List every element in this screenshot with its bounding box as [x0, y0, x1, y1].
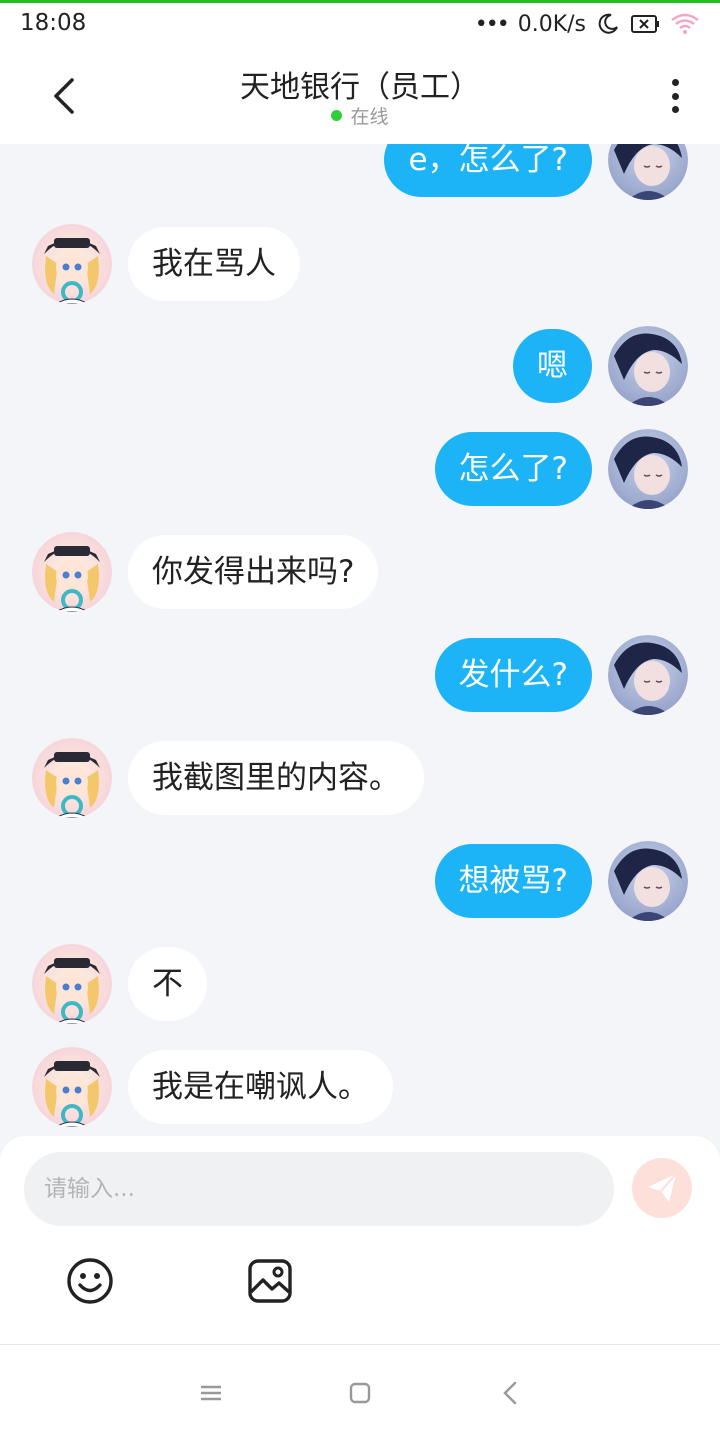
home-icon [349, 1382, 371, 1404]
battery-x-icon [631, 15, 659, 33]
message-input[interactable] [24, 1152, 614, 1226]
composer-panel [0, 1136, 720, 1344]
net-speed: 0.0K/s [517, 11, 586, 37]
sent-message-bubble[interactable]: 怎么了? [434, 432, 592, 506]
image-button[interactable] [245, 1256, 295, 1306]
contact-avatar[interactable] [32, 944, 112, 1024]
sent-message-bubble[interactable]: 发什么? [434, 638, 592, 712]
message-row-received: 我在骂人 [0, 224, 720, 304]
menu-icon [201, 1385, 221, 1401]
status-time: 18:08 [20, 10, 87, 36]
top-accent-line [0, 0, 720, 3]
emoji-button[interactable] [65, 1256, 115, 1306]
received-message-bubble[interactable]: 我截图里的内容。 [128, 741, 424, 815]
more-vertical-icon [671, 79, 679, 86]
back-icon [503, 1381, 517, 1405]
sent-message-bubble[interactable]: e，怎么了? [384, 144, 592, 197]
received-message-bubble[interactable]: 不 [128, 947, 207, 1021]
online-dot [331, 110, 343, 121]
home-button[interactable] [346, 1379, 374, 1407]
my-avatar[interactable] [608, 326, 688, 406]
my-avatar[interactable] [608, 841, 688, 921]
my-avatar[interactable] [608, 429, 688, 509]
sent-message-bubble[interactable]: 嗯 [513, 329, 592, 403]
status-bar: 18:08 ••• 0.0K/s [0, 0, 720, 48]
received-message-bubble[interactable]: 你发得出来吗? [128, 535, 379, 609]
sent-message-bubble[interactable]: 想被骂? [434, 844, 592, 918]
chat-header: 天地银行（员工） 在线 [0, 48, 720, 144]
image-icon [248, 1259, 292, 1303]
message-row-sent: 嗯 [0, 326, 720, 406]
status-icons: ••• 0.0K/s [475, 10, 700, 38]
send-icon [648, 1173, 677, 1202]
message-row-received: 我截图里的内容。 [0, 738, 720, 818]
contact-avatar[interactable] [32, 738, 112, 818]
message-row-received: 我是在嘲讽人。 [0, 1047, 720, 1127]
contact-avatar[interactable] [32, 532, 112, 612]
contact-avatar[interactable] [32, 1047, 112, 1127]
contact-avatar[interactable] [32, 224, 112, 304]
more-options-button[interactable] [660, 74, 690, 118]
message-row-received: 不 [0, 944, 720, 1024]
online-status-text: 在线 [350, 106, 389, 128]
message-list[interactable]: e，怎么了? 我在骂人嗯怎么了? 你发得出来吗? 发什么? 我截图里的内容。 想被骂? 不我… [0, 144, 720, 1136]
chat-title: 天地银行（员工） [240, 70, 480, 105]
nav-back-button[interactable] [497, 1379, 525, 1407]
message-row-received: 你发得出来吗? [0, 532, 720, 612]
emoji-icon [67, 1258, 113, 1304]
wifi-icon [671, 13, 699, 34]
signal-dots-icon: ••• [474, 11, 510, 37]
message-row-sent: 发什么? [0, 635, 720, 715]
system-nav-bar [0, 1345, 720, 1440]
my-avatar[interactable] [608, 144, 688, 200]
message-row-sent: e，怎么了? [0, 144, 720, 200]
my-avatar[interactable] [608, 635, 688, 715]
send-button[interactable] [632, 1158, 692, 1218]
chat-screen: 18:08 ••• 0.0K/s 天地银行（员工） 在线 e，怎么了? 我在骂人… [0, 0, 720, 1440]
message-row-sent: 想被骂? [0, 841, 720, 921]
received-message-bubble[interactable]: 我是在嘲讽人。 [128, 1050, 393, 1124]
moon-icon [598, 13, 618, 34]
message-row-sent: 怎么了? [0, 429, 720, 509]
received-message-bubble[interactable]: 我在骂人 [128, 227, 300, 301]
online-status: 在线 [0, 102, 720, 129]
menu-button[interactable] [197, 1379, 225, 1407]
